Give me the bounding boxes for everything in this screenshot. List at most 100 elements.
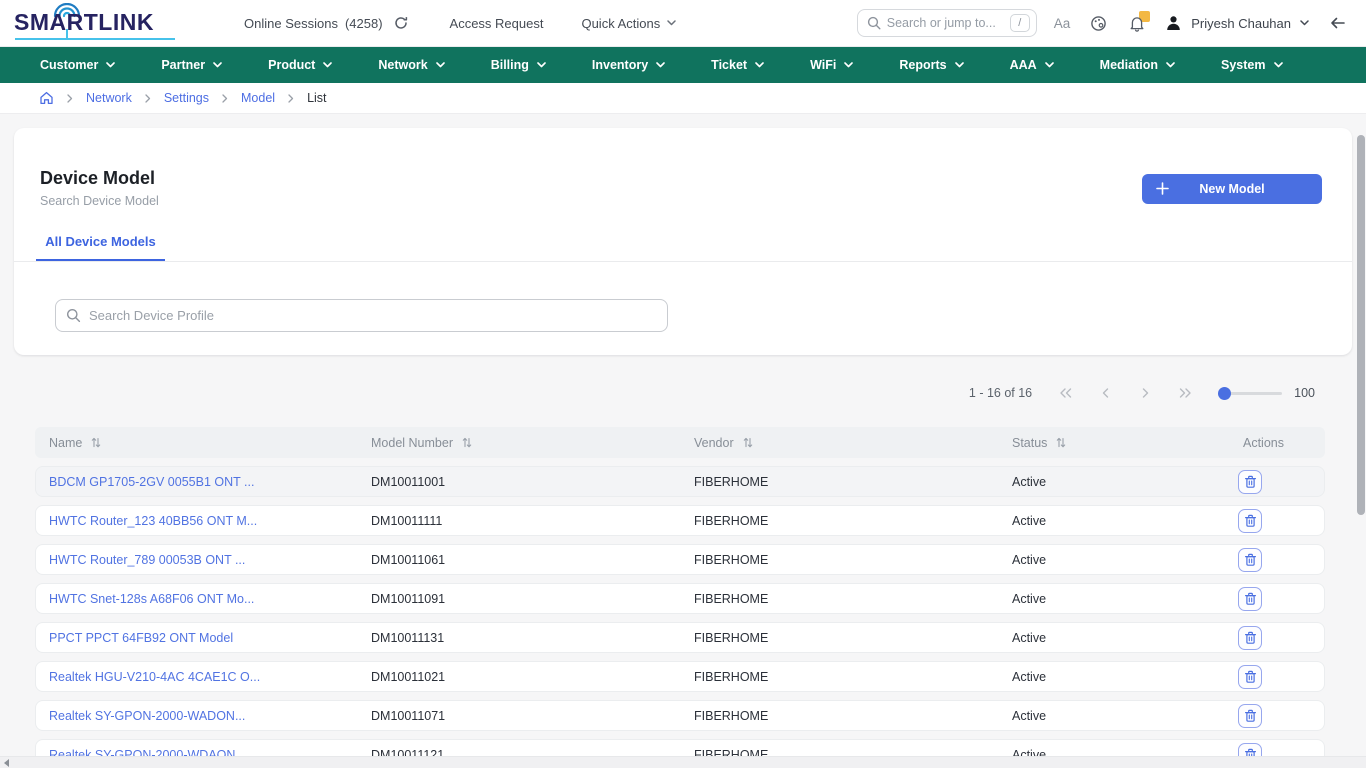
- sort-icon[interactable]: [743, 437, 753, 448]
- device-model-card: Device Model Search Device Model New Mod…: [14, 128, 1352, 355]
- logo-tick: [66, 29, 68, 40]
- column-header-model-number[interactable]: Model Number: [371, 436, 694, 450]
- device-profile-search[interactable]: [55, 299, 668, 332]
- delete-button[interactable]: [1238, 626, 1262, 650]
- nav-item-label: Billing: [491, 58, 529, 72]
- nav-item-label: AAA: [1010, 58, 1037, 72]
- chevron-right-icon: [67, 94, 73, 103]
- slash-shortcut-badge: /: [1010, 14, 1030, 32]
- nav-menu-item[interactable]: Partner: [161, 58, 222, 72]
- actions-cell: [1208, 470, 1324, 494]
- delete-button[interactable]: [1238, 587, 1262, 611]
- column-header-vendor[interactable]: Vendor: [694, 436, 1012, 450]
- nav-menu-item[interactable]: Customer: [40, 58, 115, 72]
- column-header-name[interactable]: Name: [35, 436, 371, 450]
- font-size-toggle[interactable]: Aa: [1054, 16, 1071, 31]
- scroll-left-arrow-icon[interactable]: [4, 759, 9, 767]
- nav-menu-item[interactable]: Product: [268, 58, 332, 72]
- nav-menu-item[interactable]: AAA: [1010, 58, 1054, 72]
- column-header-status[interactable]: Status: [1012, 436, 1208, 450]
- vendor-cell: FIBERHOME: [694, 514, 1012, 528]
- table-row: HWTC Router_123 40BB56 ONT M... DM100111…: [35, 505, 1325, 536]
- nav-item-label: Inventory: [592, 58, 648, 72]
- online-sessions: Online Sessions (4258): [244, 12, 412, 34]
- nav-item-label: Customer: [40, 58, 98, 72]
- sort-icon[interactable]: [462, 437, 472, 448]
- model-number-cell: DM10011071: [371, 709, 694, 723]
- delete-button[interactable]: [1238, 509, 1262, 533]
- breadcrumb-link[interactable]: Network: [86, 91, 132, 105]
- name-cell: HWTC Snet-128s A68F06 ONT Mo...: [36, 592, 371, 606]
- nav-menu-item[interactable]: Network: [378, 58, 444, 72]
- first-page-button[interactable]: [1058, 386, 1072, 400]
- nav-menu-item[interactable]: Mediation: [1100, 58, 1175, 72]
- chevron-down-icon: [755, 62, 764, 68]
- breadcrumb-link[interactable]: Settings: [164, 91, 209, 105]
- last-page-button[interactable]: [1178, 386, 1192, 400]
- horizontal-scrollbar[interactable]: [0, 756, 1366, 768]
- status-cell: Active: [1012, 553, 1208, 567]
- sort-icon[interactable]: [1056, 437, 1066, 448]
- theme-palette-icon[interactable]: [1087, 12, 1109, 34]
- table-row: Realtek HGU-V210-4AC 4CAE1C O... DM10011…: [35, 661, 1325, 692]
- chevron-down-icon: [1166, 62, 1175, 68]
- breadcrumb-link[interactable]: Model: [241, 91, 275, 105]
- logo-underline: [15, 38, 175, 40]
- nav-menu-item[interactable]: Reports: [899, 58, 963, 72]
- delete-button[interactable]: [1238, 704, 1262, 728]
- global-search[interactable]: /: [857, 9, 1037, 37]
- name-cell: Realtek HGU-V210-4AC 4CAE1C O...: [36, 670, 371, 684]
- tab-all-device-models[interactable]: All Device Models: [36, 234, 165, 262]
- device-profile-search-input[interactable]: [89, 308, 657, 323]
- name-cell: Realtek SY-GPON-2000-WADON...: [36, 709, 371, 723]
- back-arrow-icon[interactable]: [1326, 12, 1348, 34]
- online-sessions-count: (4258): [345, 16, 383, 31]
- model-number-cell: DM10011091: [371, 592, 694, 606]
- model-number-cell: DM10011021: [371, 670, 694, 684]
- prev-page-button[interactable]: [1098, 386, 1112, 400]
- status-cell: Active: [1012, 514, 1208, 528]
- page-size-slider[interactable]: [1218, 387, 1282, 400]
- model-name-link[interactable]: HWTC Router_789 00053B ONT ...: [49, 553, 245, 567]
- quick-actions-menu[interactable]: Quick Actions: [581, 16, 676, 31]
- home-icon[interactable]: [38, 90, 54, 106]
- chevron-down-icon: [1274, 62, 1283, 68]
- new-model-button[interactable]: New Model: [1142, 174, 1322, 204]
- model-name-link[interactable]: Realtek SY-GPON-2000-WADON...: [49, 709, 245, 723]
- name-cell: PPCT PPCT 64FB92 ONT Model: [36, 631, 371, 645]
- nav-menu-item[interactable]: Ticket: [711, 58, 764, 72]
- page-title: Device Model: [40, 168, 155, 189]
- access-request-label: Access Request: [450, 16, 544, 31]
- top-header: SMARTLINK Online Sessions (4258) Access …: [0, 0, 1366, 47]
- delete-button[interactable]: [1238, 665, 1262, 689]
- model-name-link[interactable]: Realtek HGU-V210-4AC 4CAE1C O...: [49, 670, 260, 684]
- nav-menu-item[interactable]: WiFi: [810, 58, 853, 72]
- pagination-range: 1 - 16 of 16: [969, 386, 1032, 400]
- vertical-scrollbar[interactable]: [1357, 135, 1365, 515]
- model-name-link[interactable]: HWTC Router_123 40BB56 ONT M...: [49, 514, 257, 528]
- chevron-down-icon: [844, 62, 853, 68]
- refresh-icon[interactable]: [390, 12, 412, 34]
- nav-item-label: Network: [378, 58, 427, 72]
- next-page-button[interactable]: [1138, 386, 1152, 400]
- access-request-link[interactable]: Access Request: [450, 16, 544, 31]
- trash-icon: [1244, 709, 1257, 723]
- notifications-bell-icon[interactable]: [1126, 12, 1148, 34]
- global-search-input[interactable]: [887, 16, 1004, 30]
- table-row: HWTC Snet-128s A68F06 ONT Mo... DM100110…: [35, 583, 1325, 614]
- user-menu[interactable]: Priyesh Chauhan: [1165, 15, 1309, 31]
- nav-menu-item[interactable]: Inventory: [592, 58, 665, 72]
- slider-knob[interactable]: [1218, 387, 1231, 400]
- tab-divider: [14, 261, 1352, 262]
- delete-button[interactable]: [1238, 470, 1262, 494]
- model-number-cell: DM10011131: [371, 631, 694, 645]
- chevron-down-icon: [436, 62, 445, 68]
- model-name-link[interactable]: BDCM GP1705-2GV 0055B1 ONT ...: [49, 475, 254, 489]
- nav-menu-item[interactable]: Billing: [491, 58, 546, 72]
- delete-button[interactable]: [1238, 548, 1262, 572]
- model-name-link[interactable]: HWTC Snet-128s A68F06 ONT Mo...: [49, 592, 254, 606]
- sort-icon[interactable]: [91, 437, 101, 448]
- chevron-right-icon: [288, 94, 294, 103]
- model-name-link[interactable]: PPCT PPCT 64FB92 ONT Model: [49, 631, 233, 645]
- nav-menu-item[interactable]: System: [1221, 58, 1282, 72]
